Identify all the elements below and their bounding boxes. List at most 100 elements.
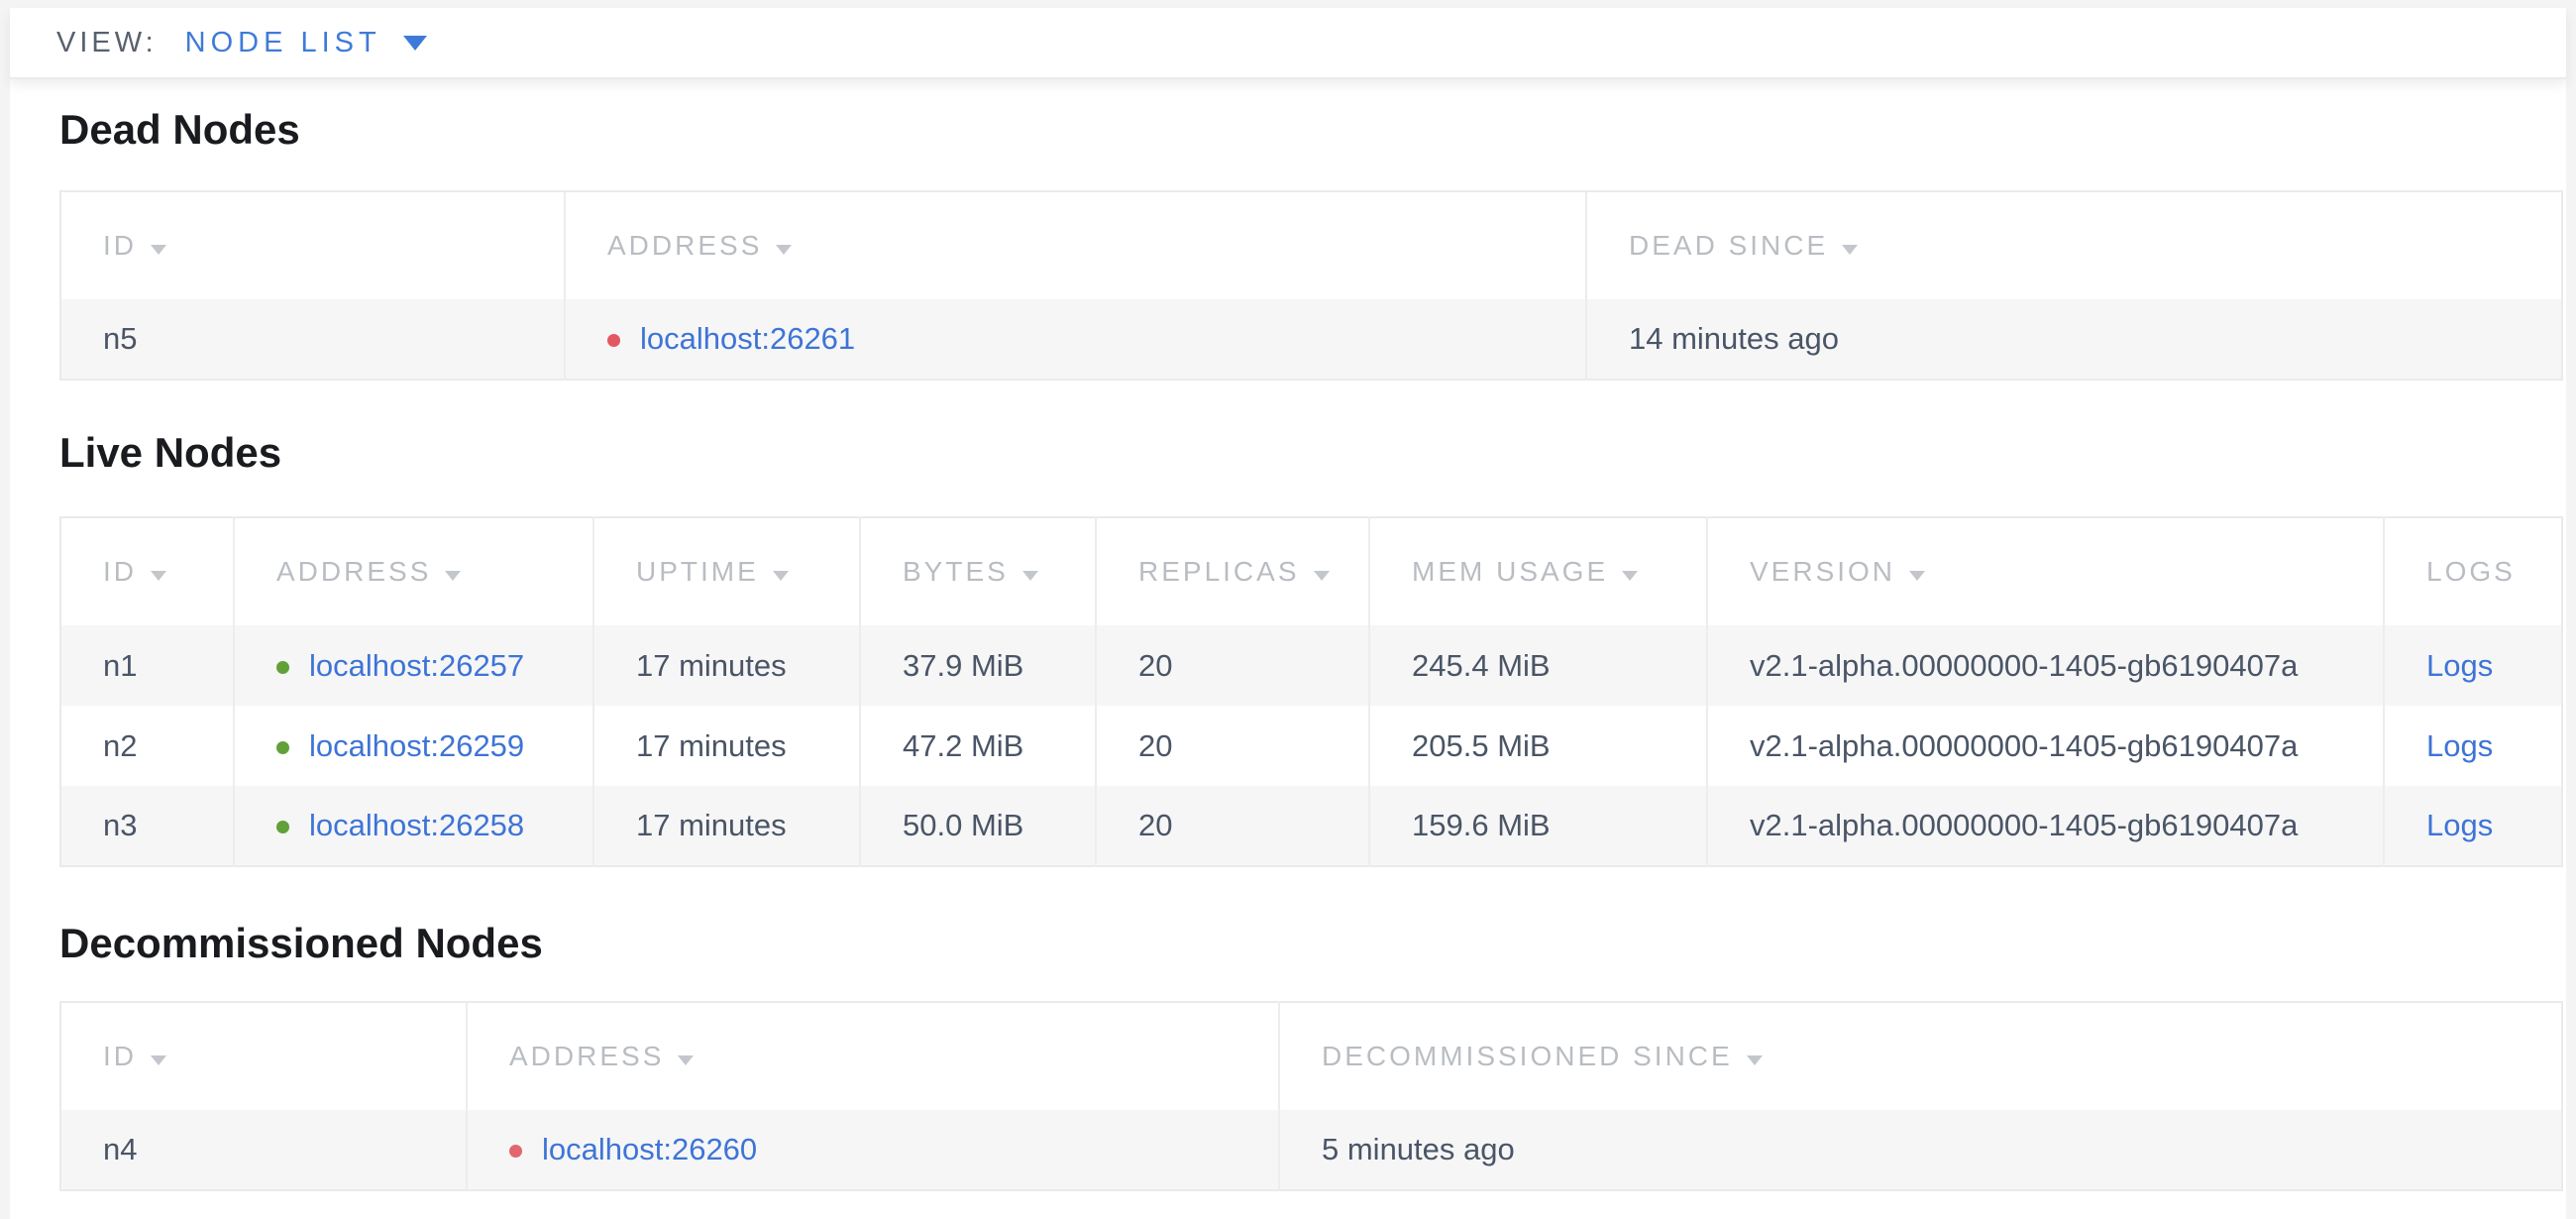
- status-dot-icon: [276, 821, 289, 833]
- column-header-label: MEM USAGE: [1412, 556, 1608, 587]
- node-address-link[interactable]: localhost:26258: [309, 808, 524, 842]
- view-dropdown[interactable]: NODE LIST: [185, 27, 427, 59]
- status-dot-icon: [276, 661, 289, 674]
- column-header-version[interactable]: VERSION: [1707, 517, 2384, 625]
- column-header-address[interactable]: ADDRESS: [565, 191, 1586, 299]
- bytes-cell: 37.9 MiB: [860, 625, 1096, 706]
- live-nodes-title: Live Nodes: [59, 428, 2522, 478]
- column-header-label: LOGS: [2426, 556, 2516, 587]
- sort-arrow-icon: [1842, 245, 1858, 255]
- node-list-content: Dead Nodes ID ADDRESS DEAD SINCE n5 loca…: [10, 105, 2566, 1191]
- column-header-label: DEAD SINCE: [1629, 230, 1828, 261]
- column-header-label: ID: [103, 1041, 137, 1071]
- live-nodes-table: ID ADDRESS UPTIME BYTES REPLICAS MEM USA…: [59, 516, 2563, 867]
- column-header-replicas[interactable]: REPLICAS: [1096, 517, 1369, 625]
- view-label: VIEW:: [56, 27, 158, 59]
- column-header-mem-usage[interactable]: MEM USAGE: [1369, 517, 1707, 625]
- column-header-decommissioned-since[interactable]: DECOMMISSIONED SINCE: [1279, 1002, 2562, 1110]
- bytes-cell: 47.2 MiB: [860, 706, 1096, 786]
- column-header-address[interactable]: ADDRESS: [467, 1002, 1279, 1110]
- replicas-cell: 20: [1096, 706, 1369, 786]
- sort-arrow-icon: [1022, 571, 1038, 581]
- node-address-link[interactable]: localhost:26259: [309, 728, 524, 763]
- uptime-cell: 17 minutes: [593, 786, 860, 866]
- node-address-cell: localhost:26257: [234, 625, 593, 706]
- logs-link[interactable]: Logs: [2426, 808, 2493, 842]
- node-address-link[interactable]: localhost:26260: [542, 1132, 757, 1166]
- node-address-cell: localhost:26259: [234, 706, 593, 786]
- page: VIEW: NODE LIST Dead Nodes ID ADDRESS DE…: [10, 8, 2566, 1219]
- column-header-uptime[interactable]: UPTIME: [593, 517, 860, 625]
- table-row: n3 localhost:26258 17 minutes 50.0 MiB 2…: [60, 786, 2562, 866]
- table-row: n1 localhost:26257 17 minutes 37.9 MiB 2…: [60, 625, 2562, 706]
- dead-nodes-title: Dead Nodes: [59, 105, 2522, 155]
- table-row: n5 localhost:26261 14 minutes ago: [60, 299, 2562, 380]
- view-dropdown-value: NODE LIST: [185, 27, 381, 59]
- sort-arrow-icon: [151, 571, 166, 581]
- column-header-label: ADDRESS: [607, 230, 762, 261]
- sort-arrow-icon: [1909, 571, 1925, 581]
- node-id-cell: n3: [60, 786, 234, 866]
- column-header-address[interactable]: ADDRESS: [234, 517, 593, 625]
- mem-usage-cell: 245.4 MiB: [1369, 625, 1707, 706]
- sort-arrow-icon: [1622, 571, 1638, 581]
- sort-arrow-icon: [773, 571, 789, 581]
- sort-arrow-icon: [1314, 571, 1330, 581]
- column-header-logs: LOGS: [2384, 517, 2562, 625]
- version-cell: v2.1-alpha.00000000-1405-gb6190407a: [1707, 786, 2384, 866]
- mem-usage-cell: 205.5 MiB: [1369, 706, 1707, 786]
- column-header-dead-since[interactable]: DEAD SINCE: [1586, 191, 2562, 299]
- logs-cell: Logs: [2384, 786, 2562, 866]
- node-address-link[interactable]: localhost:26261: [640, 321, 855, 356]
- column-header-id[interactable]: ID: [60, 191, 565, 299]
- node-address-cell: localhost:26260: [467, 1110, 1279, 1190]
- version-cell: v2.1-alpha.00000000-1405-gb6190407a: [1707, 625, 2384, 706]
- column-header-label: ADDRESS: [509, 1041, 664, 1071]
- status-dot-icon: [607, 334, 620, 347]
- node-id-cell: n1: [60, 625, 234, 706]
- status-dot-icon: [509, 1145, 522, 1158]
- column-header-label: ID: [103, 230, 137, 261]
- node-id-cell: n5: [60, 299, 565, 380]
- bytes-cell: 50.0 MiB: [860, 786, 1096, 866]
- column-header-id[interactable]: ID: [60, 517, 234, 625]
- dead-nodes-table: ID ADDRESS DEAD SINCE n5 localhost:26261…: [59, 190, 2563, 381]
- decommissioned-since-cell: 5 minutes ago: [1279, 1110, 2562, 1190]
- node-address-cell: localhost:26261: [565, 299, 1586, 380]
- node-address-cell: localhost:26258: [234, 786, 593, 866]
- logs-link[interactable]: Logs: [2426, 648, 2493, 683]
- decommissioned-nodes-table: ID ADDRESS DECOMMISSIONED SINCE n4 local…: [59, 1001, 2563, 1191]
- column-header-label: VERSION: [1750, 556, 1895, 587]
- uptime-cell: 17 minutes: [593, 706, 860, 786]
- version-cell: v2.1-alpha.00000000-1405-gb6190407a: [1707, 706, 2384, 786]
- node-address-link[interactable]: localhost:26257: [309, 648, 524, 683]
- table-header-row: ID ADDRESS DEAD SINCE: [60, 191, 2562, 299]
- replicas-cell: 20: [1096, 786, 1369, 866]
- sort-arrow-icon: [678, 1055, 694, 1065]
- sort-arrow-icon: [151, 245, 166, 255]
- table-row: n2 localhost:26259 17 minutes 47.2 MiB 2…: [60, 706, 2562, 786]
- sort-arrow-icon: [445, 571, 461, 581]
- node-id-cell: n2: [60, 706, 234, 786]
- dead-since-cell: 14 minutes ago: [1586, 299, 2562, 380]
- column-header-label: REPLICAS: [1138, 556, 1300, 587]
- column-header-bytes[interactable]: BYTES: [860, 517, 1096, 625]
- replicas-cell: 20: [1096, 625, 1369, 706]
- sort-arrow-icon: [151, 1055, 166, 1065]
- sort-arrow-icon: [776, 245, 792, 255]
- logs-cell: Logs: [2384, 625, 2562, 706]
- column-header-id[interactable]: ID: [60, 1002, 467, 1110]
- mem-usage-cell: 159.6 MiB: [1369, 786, 1707, 866]
- status-dot-icon: [276, 741, 289, 754]
- column-header-label: DECOMMISSIONED SINCE: [1322, 1041, 1733, 1071]
- node-id-cell: n4: [60, 1110, 467, 1190]
- table-row: n4 localhost:26260 5 minutes ago: [60, 1110, 2562, 1190]
- table-header-row: ID ADDRESS UPTIME BYTES REPLICAS MEM USA…: [60, 517, 2562, 625]
- table-header-row: ID ADDRESS DECOMMISSIONED SINCE: [60, 1002, 2562, 1110]
- logs-link[interactable]: Logs: [2426, 728, 2493, 763]
- uptime-cell: 17 minutes: [593, 625, 860, 706]
- column-header-label: UPTIME: [636, 556, 759, 587]
- column-header-label: BYTES: [903, 556, 1009, 587]
- view-bar: VIEW: NODE LIST: [10, 8, 2566, 79]
- decommissioned-nodes-title: Decommissioned Nodes: [59, 919, 2522, 968]
